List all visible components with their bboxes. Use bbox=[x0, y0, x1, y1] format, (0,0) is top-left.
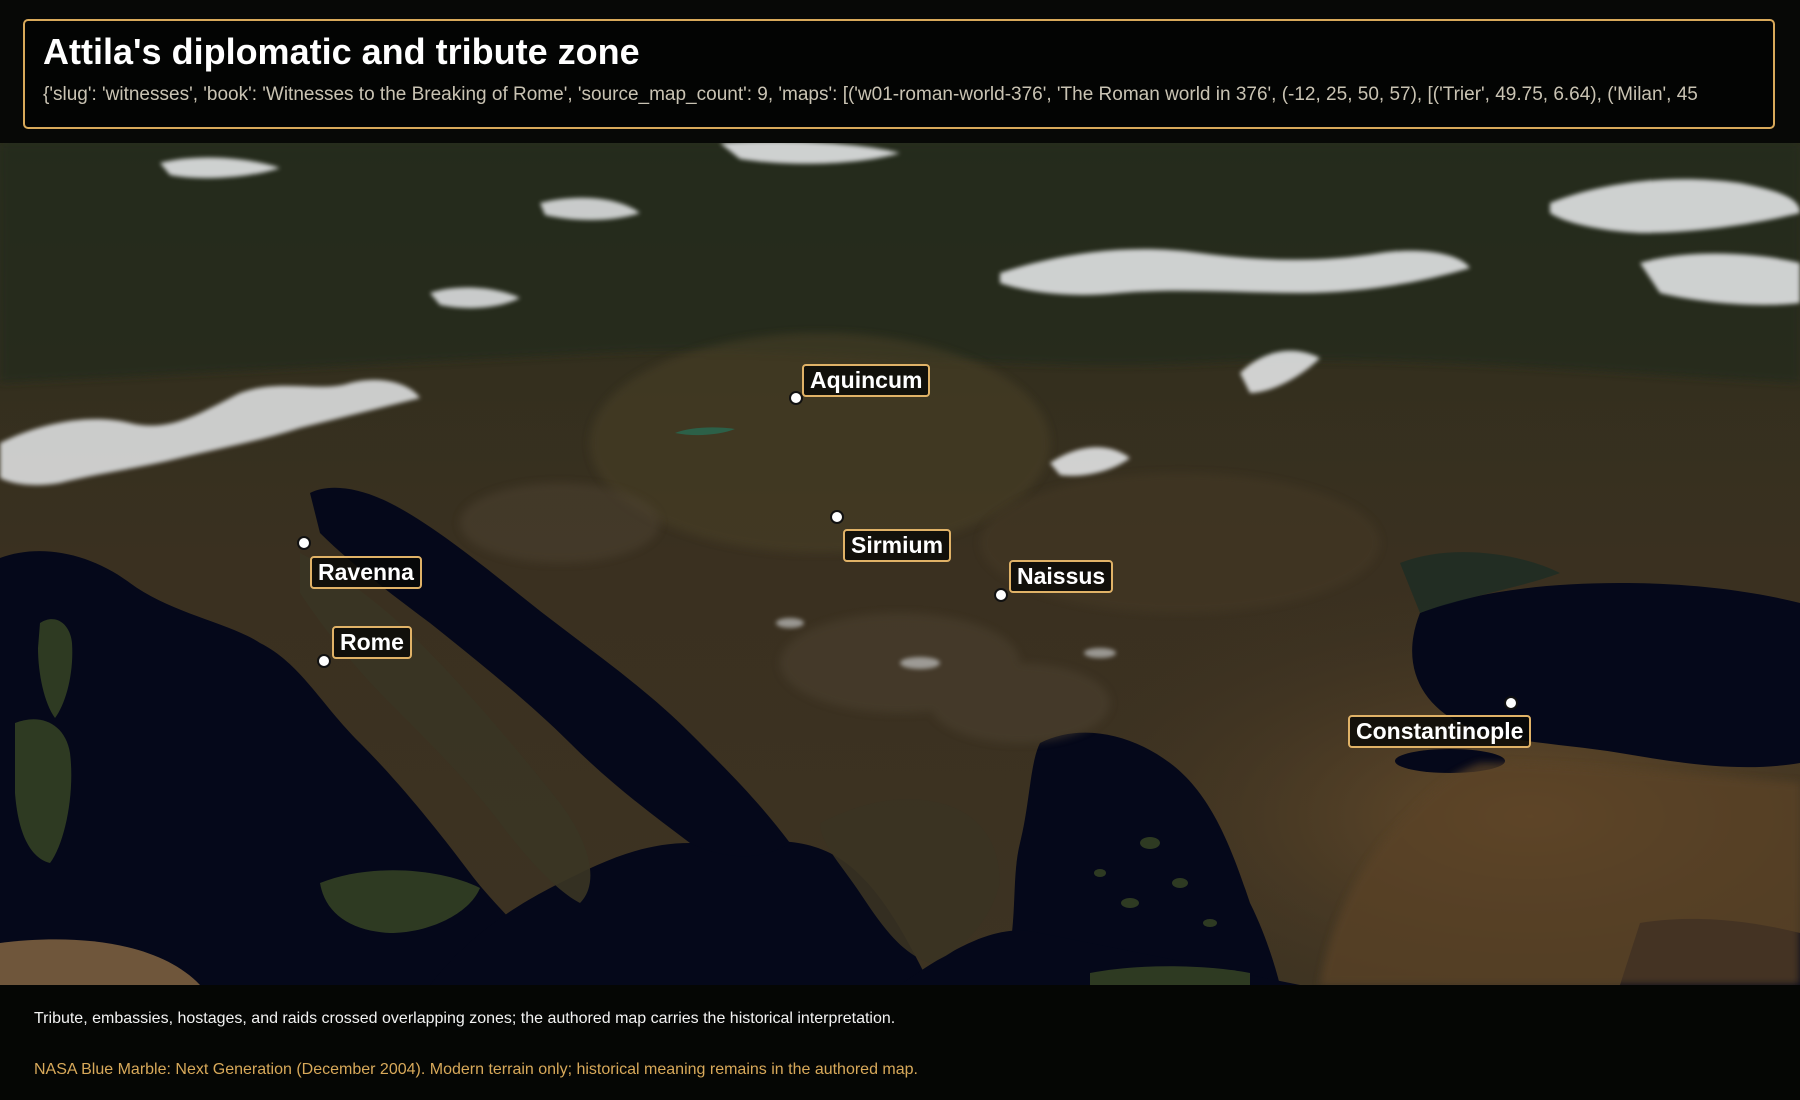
place-marker-aquincum[interactable] bbox=[789, 391, 803, 405]
place-marker-ravenna[interactable] bbox=[297, 536, 311, 550]
map-subtitle: {'slug': 'witnesses', 'book': 'Witnesses… bbox=[43, 84, 1698, 105]
place-label-ravenna: Ravenna bbox=[310, 556, 422, 589]
place-label-sirmium: Sirmium bbox=[843, 529, 952, 562]
place-marker-sirmium[interactable] bbox=[830, 510, 844, 524]
place-marker-rome[interactable] bbox=[317, 654, 331, 668]
map-title: Attila's diplomatic and tribute zone bbox=[43, 31, 640, 72]
map-footer: Tribute, embassies, hostages, and raids … bbox=[0, 985, 1800, 1100]
map-header: Attila's diplomatic and tribute zone {'s… bbox=[23, 19, 1775, 129]
place-label-naissus: Naissus bbox=[1009, 560, 1114, 593]
place-marker-constantinople[interactable] bbox=[1504, 696, 1518, 710]
place-label-constantinople: Constantinople bbox=[1348, 715, 1532, 748]
terrain-basemap bbox=[0, 143, 1800, 985]
place-label-aquincum: Aquincum bbox=[802, 364, 931, 397]
place-label-rome: Rome bbox=[332, 626, 412, 659]
place-marker-naissus[interactable] bbox=[994, 588, 1008, 602]
map-caption: Tribute, embassies, hostages, and raids … bbox=[34, 1010, 896, 1027]
satellite-map[interactable]: Aquincum Sirmium Naissus Ravenna Rome Constan… bbox=[0, 143, 1800, 985]
basemap-credit: NASA Blue Marble: Next Generation (Decem… bbox=[34, 1061, 918, 1078]
map-page: Attila's diplomatic and tribute zone {'s… bbox=[0, 0, 1800, 1100]
